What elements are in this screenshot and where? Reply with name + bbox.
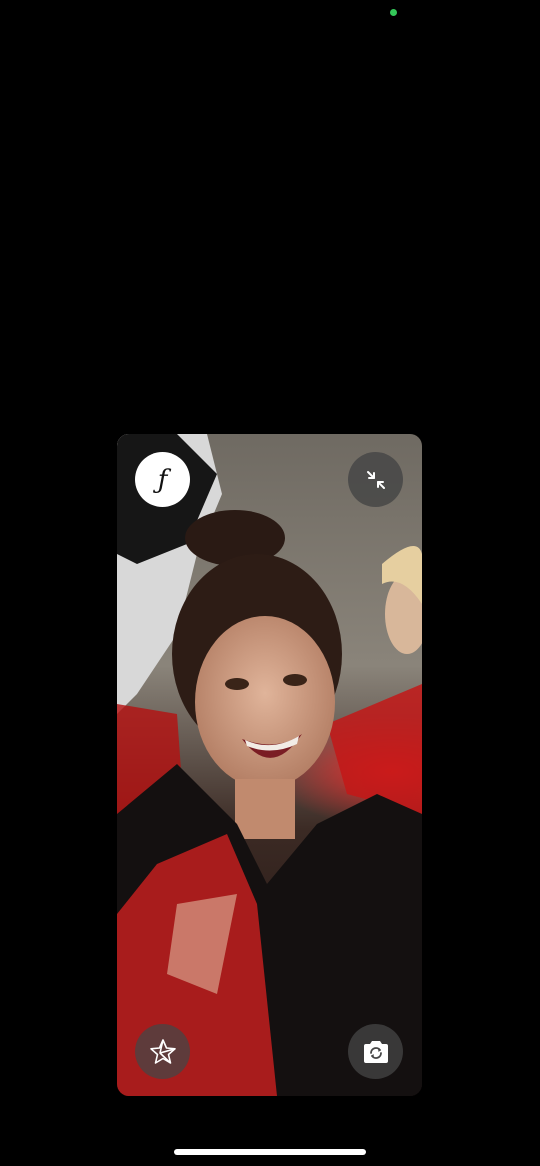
star-effects-icon	[149, 1038, 176, 1064]
facetime-screen: ƒ	[0, 0, 540, 1166]
camera-in-use-indicator	[390, 9, 397, 16]
self-view-video-tile[interactable]: ƒ	[117, 434, 422, 1096]
memoji-effects-button[interactable]	[135, 1024, 190, 1079]
effects-button[interactable]: ƒ	[135, 452, 190, 507]
flip-camera-button[interactable]	[348, 1024, 403, 1079]
collapse-arrows-icon	[366, 470, 385, 489]
effects-f-icon: ƒ	[157, 464, 168, 495]
collapse-video-button[interactable]	[348, 452, 403, 507]
video-feed	[117, 434, 422, 1096]
home-indicator[interactable]	[174, 1149, 366, 1155]
camera-flip-icon	[363, 1040, 388, 1063]
